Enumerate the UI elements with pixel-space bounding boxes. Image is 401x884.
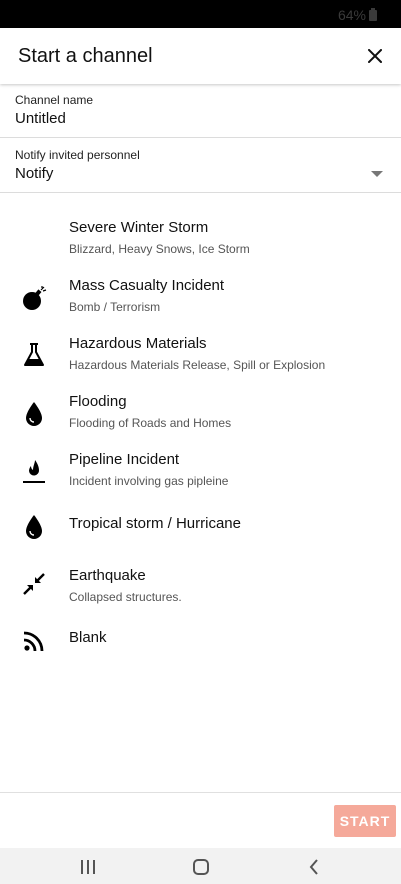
water-drop-icon <box>20 400 48 428</box>
list-item-subtitle: Bomb / Terrorism <box>69 300 161 314</box>
list-item-subtitle: Flooding of Roads and Homes <box>69 416 232 430</box>
list-item-earthquake[interactable]: Earthquake Collapsed structures. <box>0 552 401 604</box>
list-item-subtitle: Collapsed structures. <box>69 590 182 604</box>
page-title: Start a channel <box>18 44 153 67</box>
list-item-title: Earthquake <box>69 567 146 584</box>
collapse-arrows-icon <box>20 570 48 598</box>
close-button[interactable] <box>363 44 387 68</box>
list-item-flooding[interactable]: Flooding Flooding of Roads and Homes <box>0 378 401 430</box>
channel-name-field[interactable]: Channel name Untitled <box>0 84 401 138</box>
list-item-pipeline-incident[interactable]: Pipeline Incident Incident involving gas… <box>0 436 401 488</box>
home-icon <box>193 859 209 875</box>
water-drop-icon <box>20 513 48 541</box>
close-icon <box>368 49 382 63</box>
list-item-title: Mass Casualty Incident <box>69 277 225 294</box>
list-item-subtitle: Incident involving gas pipleine <box>69 474 229 488</box>
list-item-mass-casualty-incident[interactable]: Mass Casualty Incident Bomb / Terrorism <box>0 262 401 314</box>
flame-icon <box>20 458 48 486</box>
list-item-subtitle: Hazardous Materials Release, Spill or Ex… <box>69 358 326 372</box>
list-item-severe-winter-storm[interactable]: Severe Winter Storm Blizzard, Heavy Snow… <box>0 204 401 256</box>
bomb-icon <box>20 285 48 313</box>
list-item-tropical-storm[interactable]: Tropical storm / Hurricane <box>0 494 401 546</box>
dropdown-arrow-icon <box>371 171 383 177</box>
recents-icon <box>81 860 95 874</box>
channel-name-label: Channel name <box>15 93 94 107</box>
list-item-subtitle: Blizzard, Heavy Snows, Ice Storm <box>69 242 250 256</box>
back-button[interactable] <box>299 856 329 878</box>
home-button[interactable] <box>186 856 216 878</box>
channel-name-input[interactable]: Untitled <box>15 110 66 127</box>
list-item-title: Flooding <box>69 393 127 410</box>
notify-label: Notify invited personnel <box>15 148 140 162</box>
system-nav-bar <box>0 848 401 884</box>
list-item-title: Hazardous Materials <box>69 335 207 352</box>
list-item-title: Tropical storm / Hurricane <box>69 515 241 532</box>
back-icon <box>309 859 318 875</box>
rss-feed-icon <box>20 627 48 655</box>
list-item-title: Blank <box>69 629 107 646</box>
notify-selected-value: Notify <box>15 165 54 182</box>
app-bar: Start a channel <box>0 28 401 84</box>
list-item-title: Pipeline Incident <box>69 451 180 468</box>
battery-percentage: 64% <box>337 7 366 23</box>
flask-icon <box>20 341 48 369</box>
action-bar: START <box>0 792 401 848</box>
notify-select[interactable]: Notify invited personnel Notify <box>0 138 401 193</box>
battery-icon <box>369 7 377 21</box>
battery-indicator: 64% <box>338 7 377 23</box>
status-bar: 64% <box>0 0 401 28</box>
list-item-title: Severe Winter Storm <box>69 219 209 236</box>
start-button[interactable]: START <box>334 805 396 837</box>
recents-button[interactable] <box>73 856 103 878</box>
list-item-blank[interactable]: Blank <box>0 610 401 662</box>
list-item-hazardous-materials[interactable]: Hazardous Materials Hazardous Materials … <box>0 320 401 372</box>
